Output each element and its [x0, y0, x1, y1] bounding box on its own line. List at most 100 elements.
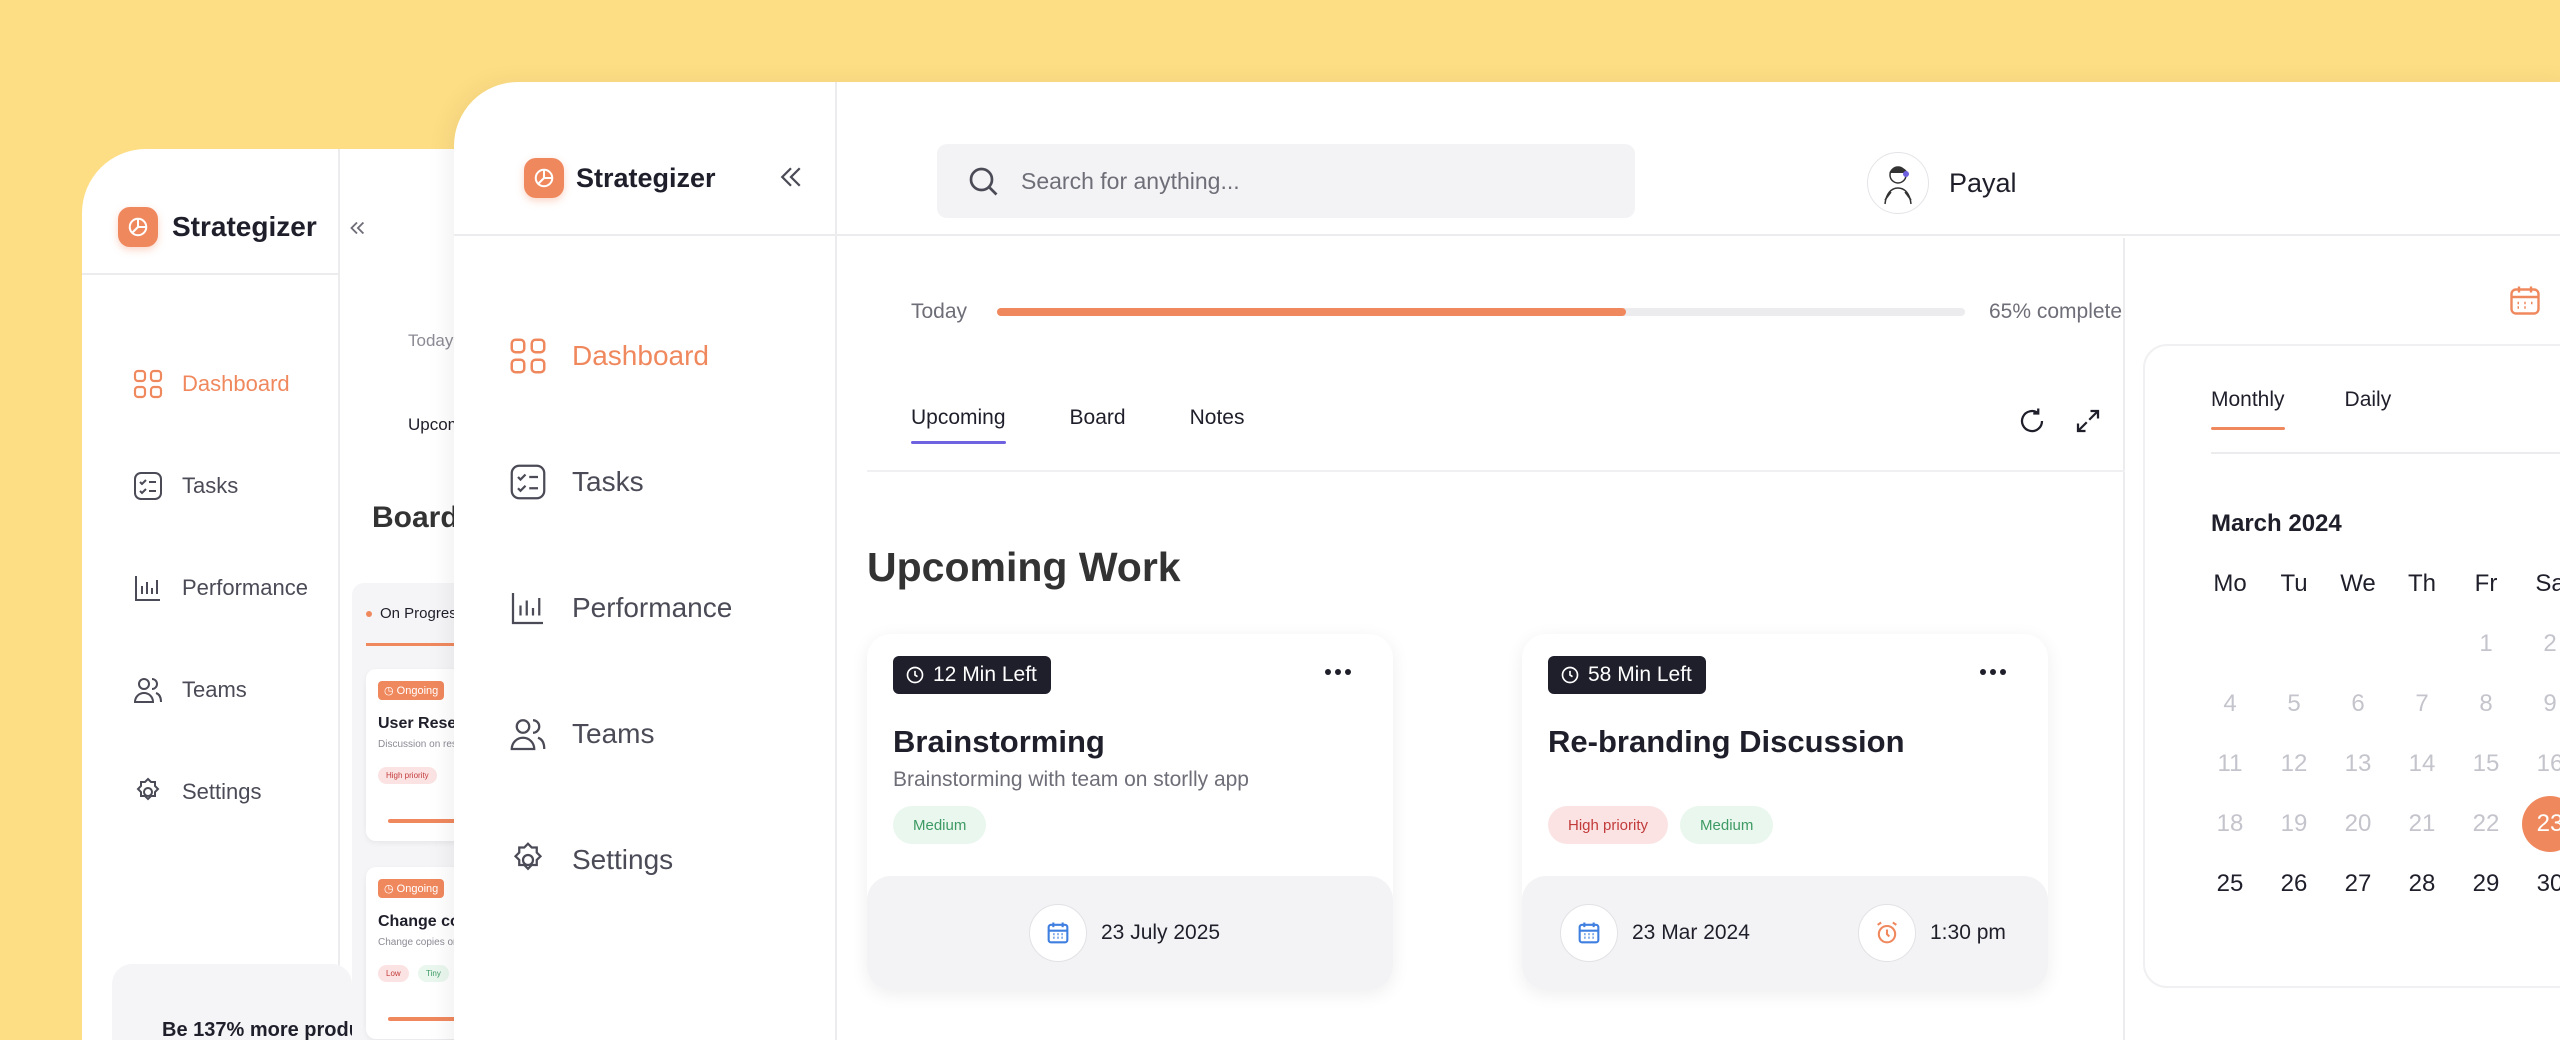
priority-badge: Medium — [1680, 806, 1774, 844]
calendar-week-row: 25 26 27 28 29 30 — [2198, 854, 2560, 914]
calendar-month: March 2024 — [2211, 510, 2342, 537]
calendar-weekday: Sa — [2535, 570, 2560, 597]
calendar-day[interactable]: 5 — [2262, 690, 2326, 718]
sidebar-item-dashboard[interactable]: Dashboard — [508, 293, 732, 419]
calendar-day[interactable]: 18 — [2198, 810, 2262, 838]
task-card[interactable]: 12 Min Left Brainstorming Brainstorming … — [867, 634, 1393, 990]
back-logo[interactable]: Strategizer — [118, 207, 317, 247]
back-nav-teams[interactable]: Teams — [132, 639, 308, 741]
back-nav-settings[interactable]: Settings — [132, 741, 308, 843]
content-tabs: Upcoming Board Notes — [911, 406, 1244, 444]
calendar-day[interactable]: 1 — [2454, 630, 2518, 658]
tab-board[interactable]: Board — [1070, 406, 1126, 444]
calendar-day[interactable]: 9 — [2518, 690, 2560, 718]
calendar-day[interactable]: 23 — [2518, 796, 2560, 852]
user-profile[interactable]: Payal — [1867, 152, 2017, 214]
sidebar-item-performance[interactable]: Performance — [508, 545, 732, 671]
settings-icon — [136, 777, 160, 801]
daily-progress: Today 65% complete — [911, 300, 2122, 324]
performance-icon — [135, 576, 160, 601]
search-icon — [969, 167, 998, 196]
section-title: Upcoming Work — [867, 544, 1181, 590]
promo-card: Be 137% more productive — [112, 964, 407, 1040]
calendar-day[interactable]: 8 — [2454, 690, 2518, 718]
calendar-day[interactable]: 25 — [2198, 870, 2262, 898]
sidebar-item-label: Teams — [572, 718, 655, 749]
back-nav-tasks[interactable]: Tasks — [132, 435, 308, 537]
priority-tags: Medium — [893, 806, 987, 844]
tab-upcoming[interactable]: Upcoming — [911, 406, 1006, 444]
calendar-day[interactable]: 7 — [2390, 690, 2454, 718]
calendar-tabs: Monthly Daily — [2211, 388, 2391, 430]
search-bar[interactable] — [937, 144, 1635, 218]
calendar-day[interactable]: 6 — [2326, 690, 2390, 718]
sidebar-item-settings[interactable]: Settings — [508, 797, 732, 923]
sidebar-item-teams[interactable]: Teams — [508, 671, 732, 797]
top-bar: Payal — [837, 82, 2560, 236]
priority-tags: High priority Medium — [1548, 806, 1774, 844]
search-input[interactable] — [1021, 167, 1581, 195]
card-title: Brainstorming — [893, 724, 1105, 759]
calendar-grid: Mo Tu We Th Fr Sa 1 2 4 5 6 7 8 9 11 12 13 14 15 16 18 19 20 21… — [2198, 554, 2560, 914]
priority-badge: High priority — [378, 767, 437, 784]
calendar-day[interactable]: 4 — [2198, 690, 2262, 718]
tab-notes[interactable]: Notes — [1190, 406, 1245, 444]
calendar-day[interactable]: 29 — [2454, 870, 2518, 898]
calendar-day[interactable]: 2 — [2518, 630, 2560, 658]
mini-progress-bar — [388, 819, 458, 823]
calendar-day[interactable]: 20 — [2326, 810, 2390, 838]
progress-text: 65% complete — [1989, 300, 2123, 323]
calendar-day[interactable]: 26 — [2262, 870, 2326, 898]
back-today-label: Today — [408, 331, 454, 350]
back-nav-dashboard[interactable]: Dashboard — [132, 333, 308, 435]
calendar-icon[interactable] — [2507, 282, 2543, 318]
calendar-tabs-divider — [2211, 452, 2560, 454]
calendar-day[interactable]: 21 — [2390, 810, 2454, 838]
progress-fill — [997, 308, 1627, 316]
user-name: Payal — [1949, 167, 2017, 198]
calendar-day[interactable]: 19 — [2262, 810, 2326, 838]
calendar-day[interactable]: 13 — [2326, 750, 2390, 778]
back-nav-performance[interactable]: Performance — [132, 537, 308, 639]
logo-icon — [118, 207, 158, 247]
tab-monthly[interactable]: Monthly — [2211, 388, 2285, 430]
main-window: Strategizer Dashboard Tasks Performance … — [454, 82, 2560, 1040]
sidebar-item-label: Dashboard — [572, 340, 709, 371]
collapse-sidebar-icon[interactable] — [346, 217, 368, 239]
refresh-icon[interactable] — [2017, 406, 2047, 436]
calendar-day[interactable]: 30 — [2518, 870, 2560, 898]
task-card[interactable]: 58 Min Left Re-branding Discussion High … — [1522, 634, 2048, 990]
due-time: 1:30 pm — [1858, 904, 2006, 962]
calendar-day[interactable]: 27 — [2326, 870, 2390, 898]
calendar-day[interactable]: 28 — [2390, 870, 2454, 898]
more-options-icon[interactable] — [1978, 668, 2008, 676]
performance-icon — [511, 593, 543, 625]
more-options-icon[interactable] — [1323, 668, 1353, 676]
app-name: Strategizer — [172, 211, 317, 242]
calendar-weekday: Mo — [2213, 570, 2247, 597]
back-sidebar-nav: Dashboard Tasks Performance Teams Settin… — [132, 333, 308, 843]
calendar-day[interactable]: 12 — [2262, 750, 2326, 778]
calendar-weekday: Th — [2407, 570, 2436, 597]
app-name: Strategizer — [576, 162, 716, 193]
avatar[interactable] — [1867, 152, 1929, 214]
sidebar: Strategizer Dashboard Tasks Performance … — [454, 82, 837, 1040]
calendar-day[interactable]: 14 — [2390, 750, 2454, 778]
logo[interactable]: Strategizer — [524, 158, 716, 198]
status-dot — [366, 610, 372, 617]
calendar-day[interactable]: 22 — [2454, 810, 2518, 838]
tab-daily[interactable]: Daily — [2345, 388, 2392, 430]
sidebar-item-tasks[interactable]: Tasks — [508, 419, 732, 545]
calendar-day[interactable]: 15 — [2454, 750, 2518, 778]
collapse-sidebar-icon[interactable] — [776, 162, 806, 192]
back-sidebar-divider — [338, 149, 340, 1040]
calendar-icon — [1560, 904, 1618, 962]
calendar-day[interactable]: 11 — [2198, 750, 2262, 778]
card-title: Re-branding Discussion — [1548, 724, 1905, 759]
expand-icon[interactable] — [2073, 406, 2103, 436]
sidebar-item-label: Settings — [572, 844, 674, 875]
status-badge: ◷ Ongoing — [378, 879, 445, 898]
sidebar-item-label: Tasks — [572, 466, 644, 497]
card-footer: 23 July 2025 — [867, 876, 1393, 990]
calendar-day[interactable]: 16 — [2518, 750, 2560, 778]
